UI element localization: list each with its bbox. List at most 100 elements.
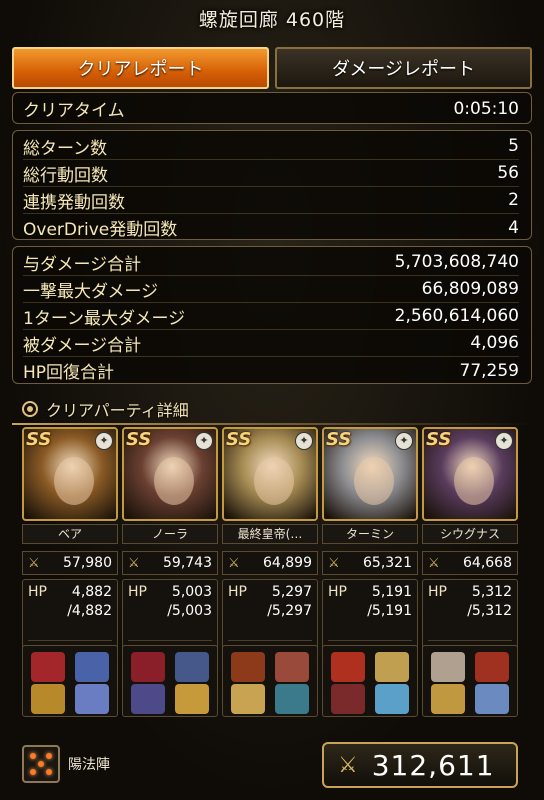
- rank-badge: SS: [426, 429, 452, 450]
- character-portrait[interactable]: SS ✦: [122, 427, 218, 521]
- stat-value: 66,809,089: [421, 279, 519, 299]
- stat-label: OverDrive発動回数: [23, 220, 178, 240]
- rank-badge: SS: [26, 429, 52, 450]
- hp-max-row: /5,191: [328, 603, 412, 619]
- stat-row: 総ターン数 5: [23, 133, 519, 160]
- divider: [128, 640, 212, 641]
- hp-max-row: /4,882: [28, 603, 112, 619]
- stat-row: HP回復合計 77,259: [23, 357, 519, 384]
- damage-panel: 与ダメージ合計 5,703,608,740 一撃最大ダメージ 66,809,08…: [12, 246, 532, 384]
- equipment-icon[interactable]: [475, 652, 509, 682]
- clear-time-label: クリアタイム: [23, 101, 125, 121]
- hp-max: /5,191: [367, 603, 412, 619]
- stat-row: 総行動回数 56: [23, 160, 519, 187]
- equipment-icon[interactable]: [431, 684, 465, 714]
- equipment-icon[interactable]: [331, 684, 365, 714]
- equipment-icon[interactable]: [175, 684, 209, 714]
- power-value: 65,321: [363, 555, 412, 571]
- hp-current: 5,191: [371, 584, 412, 600]
- equipment-icon[interactable]: [75, 684, 109, 714]
- equipment-grid: [422, 645, 518, 717]
- hp-max-row: /5,297: [228, 603, 312, 619]
- equipment-icon[interactable]: [31, 652, 65, 682]
- tab-clear-report[interactable]: クリアレポート: [12, 47, 269, 89]
- equipment-icon[interactable]: [275, 684, 309, 714]
- stat-value: 4: [508, 217, 519, 238]
- hp-label: HP: [128, 584, 147, 600]
- counts-panel: 総ターン数 5 総行動回数 56 連携発動回数 2 OverDrive発動回数 …: [12, 130, 532, 240]
- equipment-icon[interactable]: [331, 652, 365, 682]
- equipment-icon[interactable]: [131, 684, 165, 714]
- character-power: ⚔ 64,899: [222, 551, 318, 575]
- divider: [428, 640, 512, 641]
- weapon-type-icon: ✦: [495, 432, 513, 450]
- hp-label: HP: [328, 584, 347, 600]
- hp-max-row: /5,003: [128, 603, 212, 619]
- character-portrait[interactable]: SS ✦: [422, 427, 518, 521]
- clear-time-panel: クリアタイム 0:05:10: [12, 92, 532, 124]
- equipment-icon[interactable]: [275, 652, 309, 682]
- character-portrait[interactable]: SS ✦: [22, 427, 118, 521]
- equipment-icon[interactable]: [231, 652, 265, 682]
- hp-current: 5,297: [271, 584, 312, 600]
- equipment-icon[interactable]: [31, 684, 65, 714]
- weapon-type-icon: ✦: [295, 432, 313, 450]
- crossed-swords-icon: ⚔: [338, 752, 358, 778]
- character-name: ベア: [22, 524, 118, 544]
- formation[interactable]: 陽法陣: [22, 745, 110, 783]
- character-name: ノーラ: [122, 524, 218, 544]
- equipment-icon[interactable]: [175, 652, 209, 682]
- hp-row: HP 5,003: [128, 584, 212, 600]
- tab-damage-report[interactable]: ダメージレポート: [275, 47, 532, 89]
- power-value: 64,899: [263, 555, 312, 571]
- rank-badge: SS: [326, 429, 352, 450]
- formation-icon: [22, 745, 60, 783]
- stat-label: 被ダメージ合計: [23, 335, 142, 356]
- character-portrait[interactable]: SS ✦: [322, 427, 418, 521]
- power-value: 59,743: [163, 555, 212, 571]
- equipment-icon[interactable]: [431, 652, 465, 682]
- stat-value: 56: [497, 163, 519, 183]
- stat-value: 2: [508, 190, 519, 210]
- stat-label: 一撃最大ダメージ: [23, 281, 159, 302]
- equipment-icon[interactable]: [231, 684, 265, 714]
- party-details-heading[interactable]: クリアパーティ詳細: [22, 396, 189, 422]
- hp-label: HP: [428, 584, 447, 600]
- hp-row: HP 4,882: [28, 584, 112, 600]
- hp-current: 4,882: [71, 584, 112, 600]
- character-name: 最終皇帝(…: [222, 524, 318, 544]
- equipment-icon[interactable]: [475, 684, 509, 714]
- power-value: 64,668: [463, 555, 512, 571]
- total-power-value: 312,611: [371, 748, 495, 782]
- stat-label: HP回復合計: [23, 363, 115, 383]
- weapon-type-icon: ✦: [395, 432, 413, 450]
- equipment-icon[interactable]: [131, 652, 165, 682]
- crossed-swords-icon: ⚔: [328, 555, 340, 571]
- weapon-type-icon: ✦: [195, 432, 213, 450]
- hp-max: /5,003: [167, 603, 212, 619]
- hp-row: HP 5,297: [228, 584, 312, 600]
- equipment-grid: [322, 645, 418, 717]
- character-name: シウグナス: [422, 524, 518, 544]
- stat-value: 4,096: [470, 333, 519, 353]
- hp-max: /5,312: [467, 603, 512, 619]
- hp-row: HP 5,191: [328, 584, 412, 600]
- character-portrait[interactable]: SS ✦: [222, 427, 318, 521]
- clear-time-value: 0:05:10: [453, 98, 519, 119]
- stat-label: 総ターン数: [23, 138, 108, 159]
- stat-row: 与ダメージ合計 5,703,608,740: [23, 249, 519, 276]
- hp-max: /5,297: [267, 603, 312, 619]
- stat-row: 一撃最大ダメージ 66,809,089: [23, 276, 519, 303]
- character-power: ⚔ 59,743: [122, 551, 218, 575]
- hp-label: HP: [28, 584, 47, 600]
- equipment-icon[interactable]: [375, 684, 409, 714]
- power-value: 57,980: [63, 555, 112, 571]
- page-title: 螺旋回廊 460階: [198, 9, 346, 31]
- divider: [28, 640, 112, 641]
- party-heading-label: クリアパーティ詳細: [46, 401, 189, 420]
- weapon-type-icon: ✦: [95, 432, 113, 450]
- equipment-icon[interactable]: [75, 652, 109, 682]
- equipment-icon[interactable]: [375, 652, 409, 682]
- hp-current: 5,003: [171, 584, 212, 600]
- hp-max-row: /5,312: [428, 603, 512, 619]
